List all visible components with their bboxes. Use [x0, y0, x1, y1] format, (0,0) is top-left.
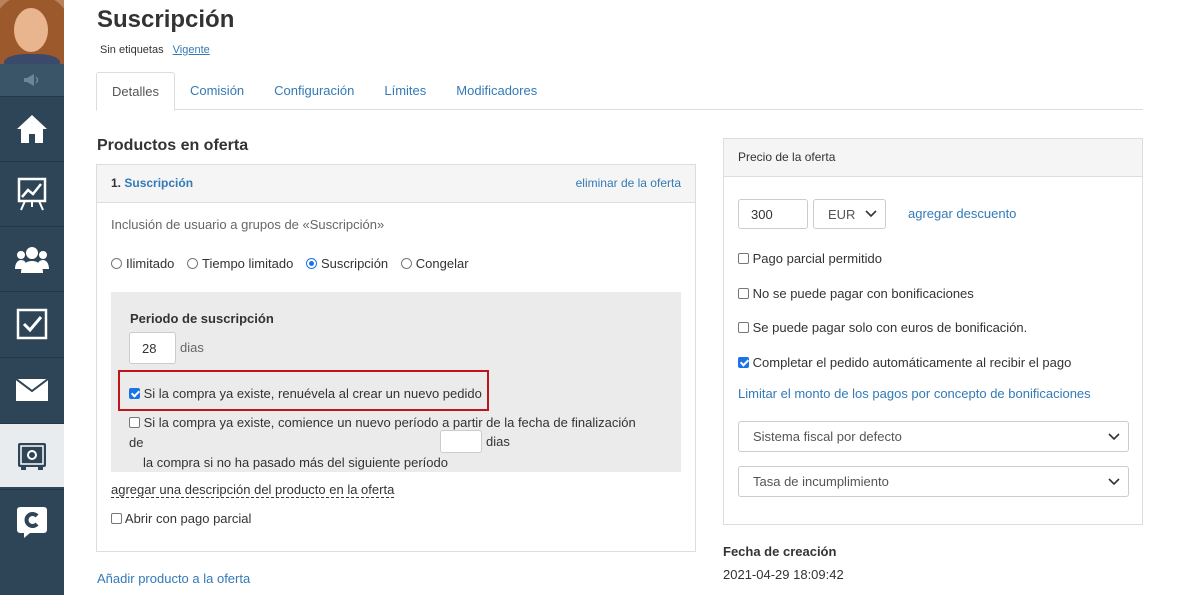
price-option-label: Se puede pagar solo con euros de bonific…: [752, 320, 1028, 335]
chat-c-icon: [17, 506, 47, 538]
tab-modificadores[interactable]: Modificadores: [441, 72, 552, 110]
renew-label: Si la compra ya existe, renuévela al cre…: [143, 386, 482, 401]
creation-date: 2021-04-29 18:09:42: [723, 567, 844, 582]
currency-select[interactable]: EUR: [813, 199, 886, 229]
tags-label: Sin etiquetas: [100, 44, 164, 56]
add-description-link[interactable]: agregar una descripción del producto en …: [111, 482, 395, 498]
price-option-no-bonus[interactable]: No se puede pagar con bonificaciones: [738, 286, 974, 301]
sidebar-item-users[interactable]: [0, 226, 64, 290]
partial-open-label: Abrir con pago parcial: [124, 511, 252, 526]
radio-button[interactable]: [305, 258, 317, 269]
tab-comision[interactable]: Comisión: [175, 72, 259, 110]
sidebar-item-chat[interactable]: [0, 489, 64, 553]
tags-line: Sin etiquetas Vigente: [100, 44, 210, 56]
radio-ilimitado[interactable]: Ilimitado: [111, 256, 174, 271]
radio-label: Suscripción: [320, 256, 389, 271]
partial-open-checkbox[interactable]: [111, 513, 122, 524]
add-description-label: agregar una descripción del producto en …: [111, 482, 395, 498]
price-input[interactable]: 300: [738, 199, 808, 229]
access-type-radios: Ilimitado Tiempo limitado Suscripción Co…: [111, 256, 469, 271]
price-option-checkbox[interactable]: [738, 322, 749, 333]
partial-open-option[interactable]: Abrir con pago parcial: [111, 511, 251, 526]
price-header: Precio de la oferta: [724, 139, 1142, 177]
price-option-checkbox[interactable]: [738, 288, 749, 299]
home-icon: [17, 114, 47, 143]
checkbox-icon: [16, 308, 48, 339]
avatar[interactable]: [0, 0, 64, 64]
chevron-down-icon: [865, 210, 877, 218]
new-period-option: Si la compra ya existe, comience un nuev…: [129, 413, 649, 473]
price-option-checkbox[interactable]: [738, 357, 749, 368]
sidebar-item-sales[interactable]: [0, 423, 64, 487]
offer-header: 1. Suscripción eliminar de la oferta: [97, 165, 695, 203]
sidebar: [0, 0, 64, 595]
tax-system-select[interactable]: Sistema fiscal por defecto: [738, 421, 1129, 452]
mail-icon: [15, 377, 49, 401]
new-period-unit: dias: [486, 434, 510, 449]
sidebar-item-home[interactable]: [0, 96, 64, 160]
tab-limites[interactable]: Límites: [369, 72, 441, 110]
period-title: Periodo de suscripción: [130, 311, 274, 326]
products-section-title: Productos en oferta: [97, 137, 249, 154]
radio-label: Tiempo limitado: [202, 256, 294, 271]
radio-label: Congelar: [415, 256, 469, 271]
chart-board-icon: [17, 177, 47, 210]
price-option-auto-complete[interactable]: Completar el pedido automáticamente al r…: [738, 355, 1071, 370]
limit-bonus-link[interactable]: Limitar el monto de los pagos por concep…: [738, 386, 1091, 401]
price-option-label: Pago parcial permitido: [752, 251, 882, 266]
currency-value: EUR: [828, 206, 856, 222]
megaphone-icon[interactable]: [0, 64, 64, 96]
radio-button[interactable]: [400, 258, 412, 269]
default-rate-value: Tasa de incumplimiento: [753, 474, 889, 489]
sidebar-item-mail[interactable]: [0, 357, 64, 421]
new-period-label-2: la compra si no ha pasado más del siguie…: [143, 455, 448, 470]
add-discount-link[interactable]: agregar descuento: [908, 206, 1016, 221]
users-icon: [15, 246, 49, 273]
tax-system-value: Sistema fiscal por defecto: [753, 429, 902, 444]
sidebar-item-tasks[interactable]: [0, 291, 64, 355]
renew-checkbox[interactable]: [129, 388, 140, 399]
status-badge[interactable]: Vigente: [173, 44, 210, 56]
new-period-input[interactable]: [440, 430, 482, 453]
period-unit: dias: [180, 340, 204, 355]
offer-title: 1. Suscripción: [111, 176, 193, 190]
offer-number: 1.: [111, 176, 122, 190]
radio-button[interactable]: [187, 258, 199, 269]
chevron-down-icon: [1108, 432, 1120, 440]
new-period-checkbox[interactable]: [129, 417, 140, 428]
radio-tiempo-limitado[interactable]: Tiempo limitado: [187, 256, 293, 271]
period-input[interactable]: 28: [129, 332, 176, 364]
tabs: Detalles Comisión Configuración Límites …: [96, 72, 1143, 111]
price-option-label: No se puede pagar con bonificaciones: [752, 286, 974, 301]
default-rate-select[interactable]: Tasa de incumplimiento: [738, 466, 1129, 497]
safe-icon: [18, 442, 46, 470]
remove-offer-link[interactable]: eliminar de la oferta: [576, 176, 681, 190]
radio-label: Ilimitado: [126, 256, 175, 271]
creation-label: Fecha de creación: [723, 544, 837, 559]
page-title: Suscripción: [97, 6, 235, 33]
price-option-bonus-only[interactable]: Se puede pagar solo con euros de bonific…: [738, 320, 1027, 335]
new-period-label-1: Si la compra ya existe, comience un nuev…: [129, 415, 636, 450]
radio-congelar[interactable]: Congelar: [400, 256, 469, 271]
add-product-link[interactable]: Añadir producto a la oferta: [97, 571, 250, 586]
tab-configuracion[interactable]: Configuración: [259, 72, 369, 110]
price-option-partial[interactable]: Pago parcial permitido: [738, 251, 882, 266]
price-option-checkbox[interactable]: [738, 253, 749, 264]
chevron-down-icon: [1108, 477, 1120, 485]
tab-detalles[interactable]: Detalles: [96, 72, 175, 111]
radio-button[interactable]: [111, 258, 122, 269]
price-option-label: Completar el pedido automáticamente al r…: [752, 355, 1072, 370]
radio-suscripcion[interactable]: Suscripción: [305, 256, 389, 271]
offer-name-link[interactable]: Suscripción: [124, 176, 193, 190]
group-inclusion-text: Inclusión de usuario a grupos de «Suscri…: [111, 217, 385, 232]
renew-option[interactable]: Si la compra ya existe, renuévela al cre…: [129, 386, 482, 401]
sidebar-item-stats[interactable]: [0, 161, 64, 225]
